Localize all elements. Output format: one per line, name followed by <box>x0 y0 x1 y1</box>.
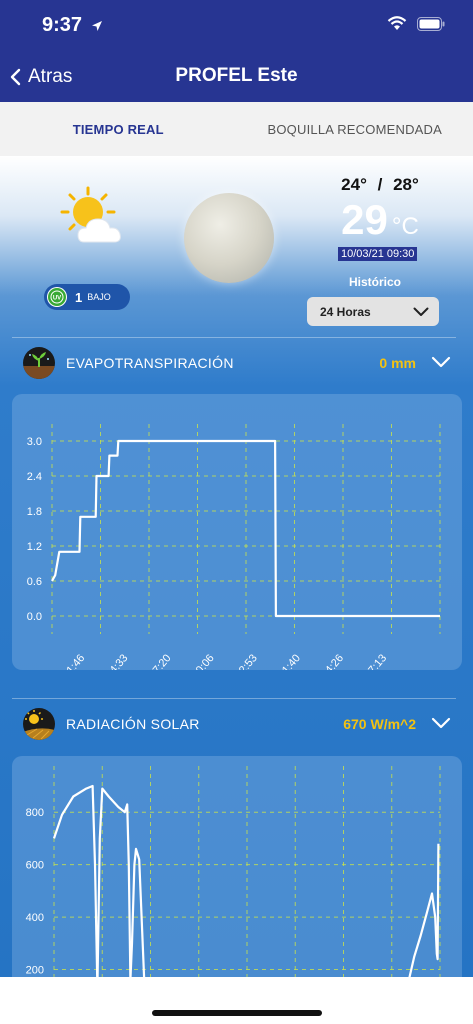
status-time: 9:37 <box>42 14 104 37</box>
evapotranspiracion-chart: 0.0 0.6 1.2 1.8 2.4 3.0 11:46 14:33 17:20 20:06 22… <box>27 424 441 670</box>
main-content: 24° / 28° 29 °C 10/03/21 09:30 UV 1 BAJO … <box>0 156 473 977</box>
chart-card-evapotranspiracion: 0.0 0.6 1.2 1.8 2.4 3.0 11:46 14:33 17:20 20:06 22… <box>12 394 462 670</box>
x-tick-label: 01:40 <box>276 652 303 670</box>
y-tick-label: 1.8 <box>27 506 42 518</box>
uv-icon: UV <box>47 287 67 307</box>
status-clock: 9:37 <box>42 14 83 36</box>
x-tick-label: 07:13 <box>362 652 389 670</box>
x-tick-label: 17:20 <box>147 652 174 670</box>
temp-unit: °C <box>391 213 419 240</box>
partly-cloudy-sun-icon <box>58 186 130 253</box>
y-tick-label: 0.6 <box>27 576 42 588</box>
wifi-icon <box>387 16 407 30</box>
historico-selected-value: 24 Horas <box>320 304 371 319</box>
temp-max: 28° <box>393 175 419 194</box>
plant-soil-icon <box>23 347 55 379</box>
x-tick-label: 22:53 <box>233 652 260 670</box>
battery-icon <box>417 16 445 31</box>
temp-current-block: 29 °C <box>300 196 460 244</box>
tab-tiempo-real[interactable]: TIEMPO REAL <box>0 102 237 156</box>
home-indicator-area <box>0 977 473 1024</box>
x-tick-label: 11:46 <box>61 652 87 670</box>
y-tick-label: 1.2 <box>27 541 42 553</box>
divider <box>12 698 456 699</box>
datetime-badge: 10/03/21 09:30 <box>338 247 418 261</box>
y-tick-label: 0.0 <box>27 611 42 623</box>
home-indicator[interactable] <box>152 1010 322 1016</box>
uv-value: 1 <box>75 289 83 305</box>
chevron-down-icon[interactable] <box>431 716 451 734</box>
temp-range: 24° / 28° <box>300 175 460 195</box>
tab-boquilla-recomendada[interactable]: BOQUILLA RECOMENDADA <box>237 102 473 156</box>
temp-current: 29 <box>341 196 388 243</box>
page-title: PROFEL Este <box>175 65 298 86</box>
y-tick-label: 200 <box>26 965 44 977</box>
section-value-radiacion-solar: 670 W/m^2 <box>343 716 416 732</box>
radiacion-solar-chart: 0200400600800 <box>26 766 441 977</box>
temp-min: 24° <box>341 175 367 194</box>
divider <box>12 337 456 338</box>
chevron-down-icon[interactable] <box>431 355 451 373</box>
uv-index-badge: UV 1 BAJO <box>44 284 130 310</box>
historico-label: Histórico <box>348 275 401 289</box>
status-bar: 9:37 <box>0 0 473 52</box>
series-line <box>52 784 440 977</box>
chart-card-radiacion-solar: 0200400600800 <box>12 756 462 977</box>
y-tick-label: 800 <box>26 807 44 819</box>
sun-field-icon <box>23 708 55 740</box>
section-title-radiacion-solar: RADIACIÓN SOLAR <box>66 716 200 732</box>
tab-bar: TIEMPO REAL BOQUILLA RECOMENDADA <box>0 102 473 156</box>
location-arrow-icon <box>91 20 102 31</box>
section-title-evapotranspiracion: EVAPOTRANSPIRACIÓN <box>66 355 234 371</box>
chevron-down-icon <box>413 307 429 316</box>
temp-separator: / <box>377 175 383 194</box>
section-value-evapotranspiracion: 0 mm <box>379 355 416 371</box>
y-tick-label: 400 <box>26 912 44 924</box>
x-tick-label: 20:06 <box>190 652 217 670</box>
y-tick-label: 3.0 <box>27 436 42 448</box>
historico-select[interactable]: 24 Horas <box>307 297 439 326</box>
uv-level: BAJO <box>87 292 111 302</box>
y-tick-label: 2.4 <box>27 471 42 483</box>
x-tick-label: 14:33 <box>104 652 131 670</box>
uv-badge-text: UV <box>53 295 61 301</box>
nav-bar: Atras PROFEL Este <box>0 52 473 102</box>
section-header-radiacion-solar[interactable]: RADIACIÓN SOLAR 670 W/m^2 <box>0 704 473 744</box>
section-header-evapotranspiracion[interactable]: EVAPOTRANSPIRACIÓN 0 mm <box>0 343 473 383</box>
full-moon-icon <box>184 193 274 283</box>
x-tick-label: 04:26 <box>319 652 346 670</box>
status-icons <box>387 16 445 31</box>
y-tick-label: 600 <box>26 860 44 872</box>
